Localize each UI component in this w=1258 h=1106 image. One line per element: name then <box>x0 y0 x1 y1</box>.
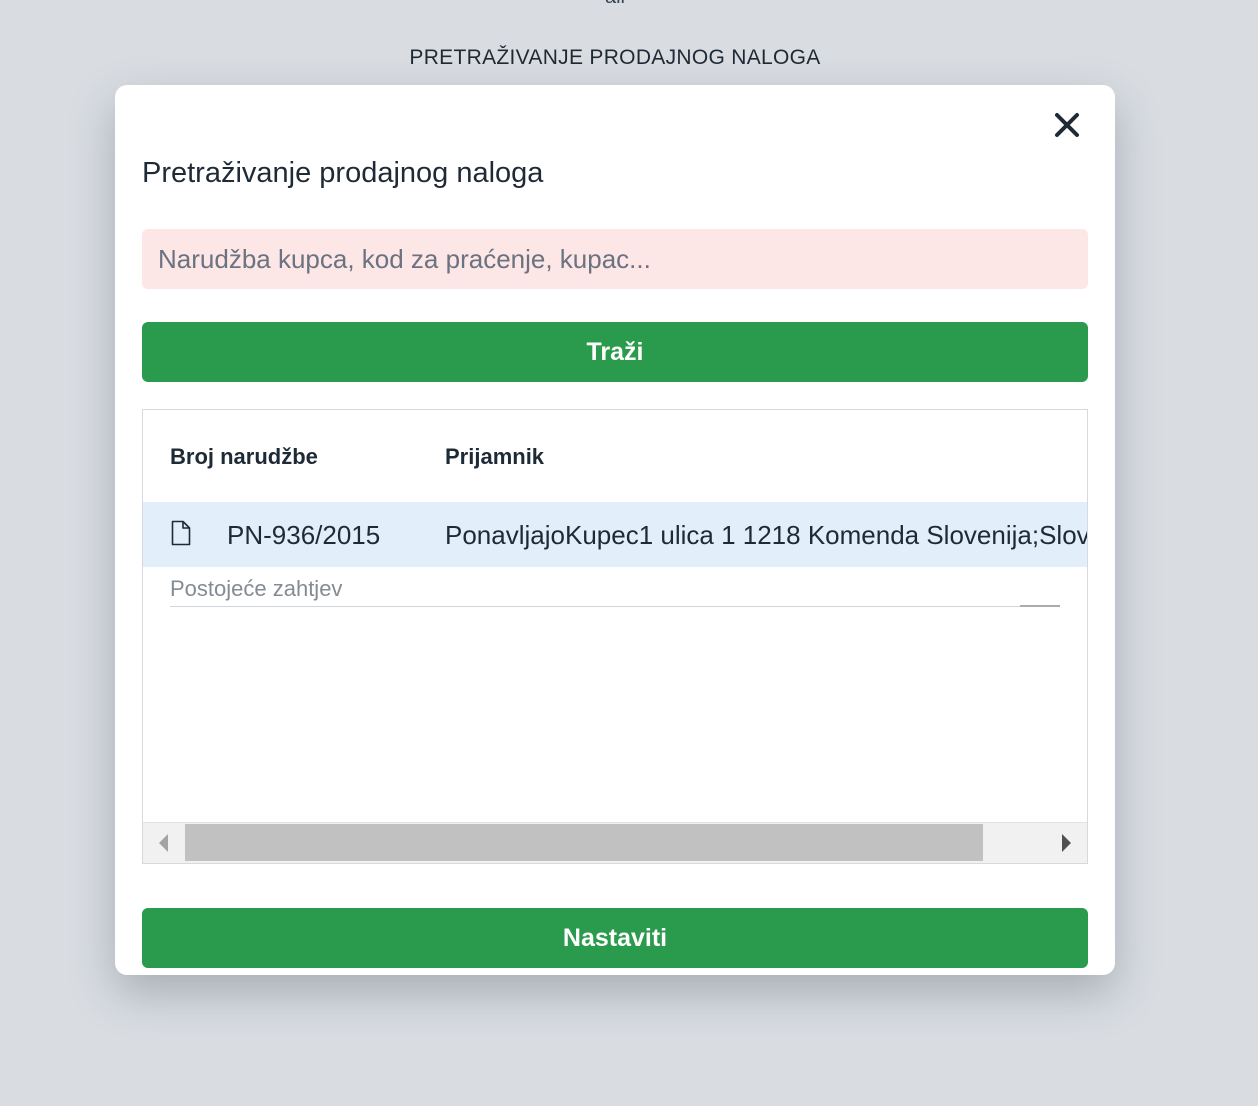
results-table: Broj narudžbe Prijamnik PN-936/2015 Pona… <box>142 409 1088 864</box>
background-text-fragment: all <box>0 0 1230 9</box>
order-number-cell: PN-936/2015 <box>227 520 381 550</box>
divider <box>170 606 1060 607</box>
continue-button[interactable]: Nastaviti <box>142 908 1088 968</box>
search-button[interactable]: Traži <box>142 322 1088 382</box>
recipient-cell: PonavljajoKupec1 ulica 1 1218 Komenda Sl… <box>445 520 1087 550</box>
existing-request-label: Postojeće zahtjev <box>170 576 343 601</box>
document-icon <box>171 520 191 546</box>
table-header: Broj narudžbe Prijamnik <box>143 410 1087 502</box>
scroll-left-button[interactable] <box>143 823 185 863</box>
search-button-label: Traži <box>586 337 644 366</box>
page-header: PRETRAŽIVANJE PRODAJNOG NALOGA <box>409 46 821 69</box>
close-icon <box>1055 113 1079 137</box>
inner-scroll-indicator <box>1020 605 1060 607</box>
scroll-right-button[interactable] <box>1045 823 1087 863</box>
arrow-left-icon <box>159 834 168 852</box>
column-header-order-number[interactable]: Broj narudžbe <box>170 444 318 470</box>
close-button[interactable] <box>1049 107 1085 143</box>
scrollbar-thumb[interactable] <box>185 824 983 861</box>
search-modal: Pretraživanje prodajnog naloga Traži Bro… <box>115 85 1115 975</box>
horizontal-scrollbar[interactable] <box>143 822 1087 863</box>
search-input[interactable] <box>142 229 1088 289</box>
modal-title: Pretraživanje prodajnog naloga <box>142 157 544 189</box>
table-row[interactable]: PN-936/2015 PonavljajoKupec1 ulica 1 121… <box>143 502 1087 567</box>
arrow-right-icon <box>1062 834 1071 852</box>
column-header-recipient[interactable]: Prijamnik <box>445 444 544 470</box>
continue-button-label: Nastaviti <box>562 923 668 952</box>
